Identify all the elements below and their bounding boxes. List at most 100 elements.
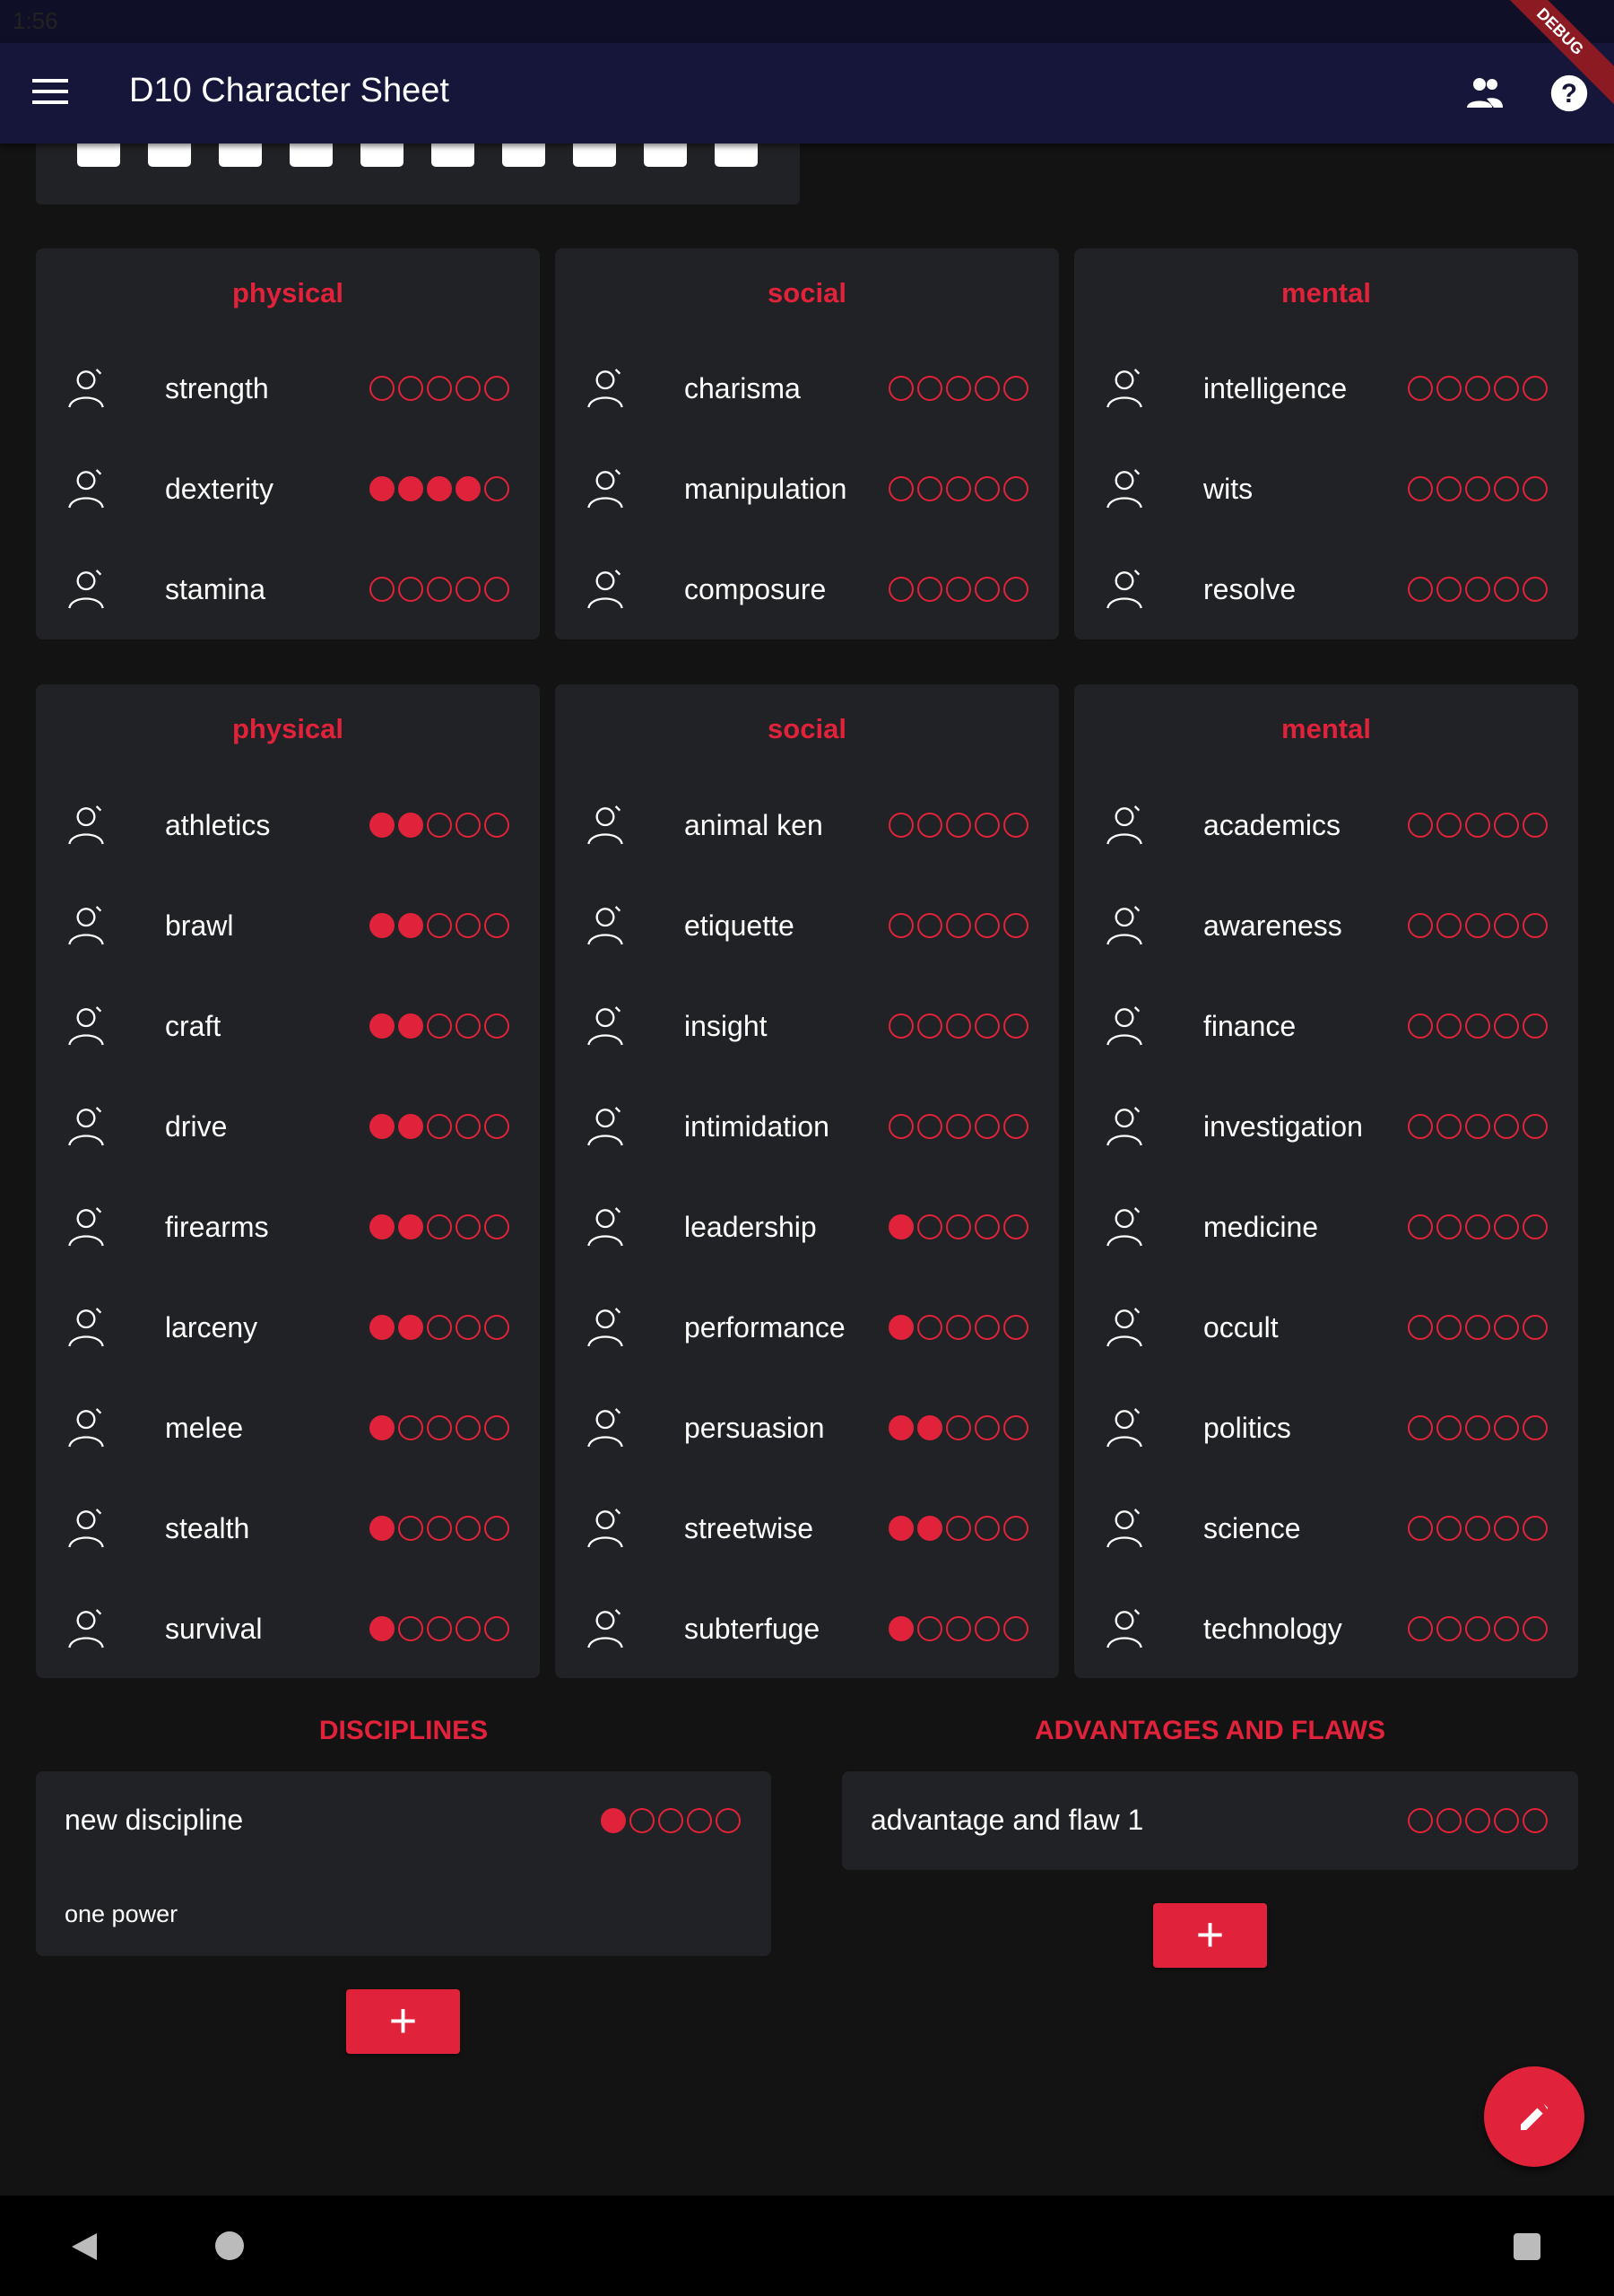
dot-filled[interactable] [398,1013,423,1039]
dot-empty[interactable] [1523,1013,1548,1039]
dot-rating[interactable] [889,813,1028,838]
dot-empty[interactable] [456,813,481,838]
dot-empty[interactable] [1003,1415,1028,1440]
dot-empty[interactable] [889,913,914,938]
dot-rating[interactable] [889,1616,1028,1641]
dot-empty[interactable] [1408,376,1433,401]
edit-fab[interactable] [1484,2066,1584,2167]
dot-empty[interactable] [946,1516,971,1541]
add-discipline-button[interactable]: + [346,1989,460,2054]
dot-filled[interactable] [398,913,423,938]
dot-empty[interactable] [456,1516,481,1541]
dot-empty[interactable] [1436,1415,1462,1440]
dot-empty[interactable] [456,1315,481,1340]
dot-empty[interactable] [917,1616,942,1641]
dot-empty[interactable] [1436,1516,1462,1541]
dot-empty[interactable] [1465,1214,1490,1239]
dot-empty[interactable] [946,577,971,602]
dot-filled[interactable] [369,913,395,938]
dot-empty[interactable] [398,376,423,401]
dot-empty[interactable] [946,1616,971,1641]
dot-empty[interactable] [946,376,971,401]
dot-empty[interactable] [484,577,509,602]
dot-empty[interactable] [398,1415,423,1440]
characters-icon[interactable] [1463,75,1506,111]
dot-filled[interactable] [369,476,395,501]
dot-empty[interactable] [1523,1808,1548,1833]
trait-box[interactable] [219,144,262,167]
dot-filled[interactable] [369,1516,395,1541]
trait-box[interactable] [290,144,333,167]
dot-empty[interactable] [1408,1516,1433,1541]
dot-empty[interactable] [716,1808,741,1833]
dot-empty[interactable] [1436,1616,1462,1641]
dot-rating[interactable] [889,1013,1028,1039]
dot-empty[interactable] [1465,1013,1490,1039]
dot-empty[interactable] [1408,577,1433,602]
dot-empty[interactable] [975,1516,1000,1541]
dot-empty[interactable] [427,1315,452,1340]
dot-empty[interactable] [658,1808,683,1833]
dot-empty[interactable] [1494,913,1519,938]
dot-empty[interactable] [456,1114,481,1139]
dot-empty[interactable] [1408,1114,1433,1139]
dot-filled[interactable] [601,1808,626,1833]
dot-rating[interactable] [369,1516,509,1541]
dot-rating[interactable] [889,1415,1028,1440]
dot-rating[interactable] [889,1114,1028,1139]
dot-empty[interactable] [889,813,914,838]
dot-empty[interactable] [1436,1114,1462,1139]
dot-empty[interactable] [1408,1415,1433,1440]
dot-empty[interactable] [1523,1114,1548,1139]
dot-empty[interactable] [1003,376,1028,401]
dot-empty[interactable] [427,1114,452,1139]
dot-empty[interactable] [629,1808,655,1833]
dot-rating[interactable] [369,476,509,501]
dot-filled[interactable] [369,1616,395,1641]
dot-empty[interactable] [1003,1214,1028,1239]
dot-empty[interactable] [975,376,1000,401]
dot-empty[interactable] [1523,1415,1548,1440]
dot-empty[interactable] [975,813,1000,838]
dot-empty[interactable] [1408,476,1433,501]
dot-empty[interactable] [1465,577,1490,602]
menu-icon[interactable] [32,79,68,108]
dot-rating[interactable] [1408,913,1548,938]
dot-empty[interactable] [975,913,1000,938]
dot-empty[interactable] [1494,1114,1519,1139]
dot-empty[interactable] [398,577,423,602]
dot-filled[interactable] [917,1415,942,1440]
dot-empty[interactable] [917,1315,942,1340]
dot-empty[interactable] [1465,1616,1490,1641]
dot-empty[interactable] [427,913,452,938]
dot-empty[interactable] [946,1114,971,1139]
dot-rating[interactable] [369,1415,509,1440]
dot-empty[interactable] [1408,1214,1433,1239]
dot-filled[interactable] [889,1315,914,1340]
dot-empty[interactable] [1523,1315,1548,1340]
trait-box[interactable] [644,144,687,167]
dot-rating[interactable] [1408,1616,1548,1641]
dot-empty[interactable] [456,1616,481,1641]
dot-rating[interactable] [889,1315,1028,1340]
dot-empty[interactable] [484,1415,509,1440]
dot-filled[interactable] [398,1214,423,1239]
dot-rating[interactable] [369,577,509,602]
dot-empty[interactable] [484,476,509,501]
dot-empty[interactable] [946,813,971,838]
dot-filled[interactable] [398,1315,423,1340]
dot-empty[interactable] [889,376,914,401]
dot-empty[interactable] [1494,813,1519,838]
dot-empty[interactable] [1523,1516,1548,1541]
dot-empty[interactable] [1408,813,1433,838]
dot-empty[interactable] [1465,813,1490,838]
dot-empty[interactable] [427,1616,452,1641]
dot-rating[interactable] [369,1616,509,1641]
discipline-card[interactable]: new discipline one power [36,1771,771,1956]
dot-empty[interactable] [456,913,481,938]
trait-box[interactable] [502,144,545,167]
dot-empty[interactable] [917,913,942,938]
dot-empty[interactable] [1003,1114,1028,1139]
home-icon[interactable] [215,2231,244,2260]
dot-empty[interactable] [1408,1013,1433,1039]
